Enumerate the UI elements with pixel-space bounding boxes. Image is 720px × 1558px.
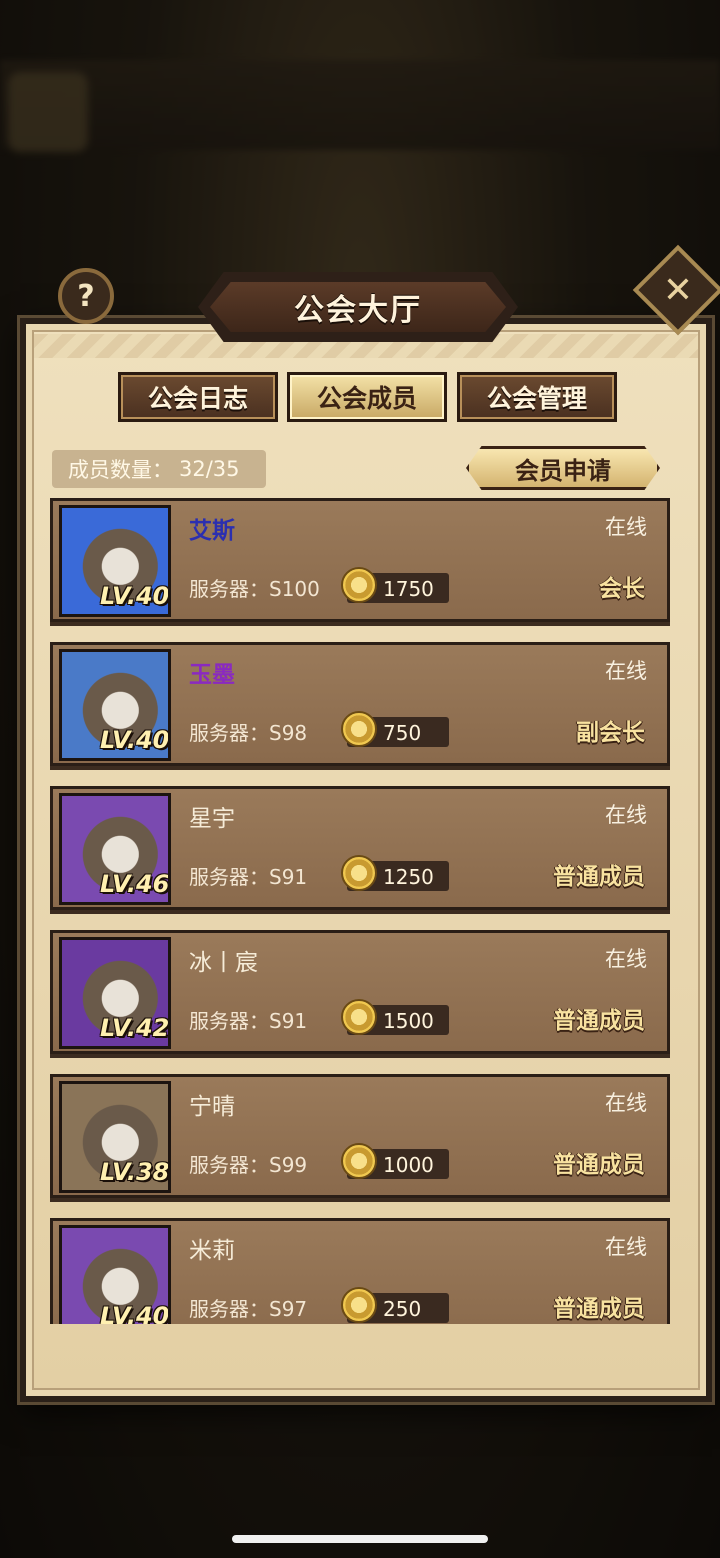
contribution-value: 1250 [383,865,434,889]
tab-label: 公会成员 [316,384,417,413]
member-level: LV.42 [100,1014,170,1042]
member-status: 在线 [605,659,647,683]
member-server: 服务器：S91 [189,1009,308,1033]
member-status: 在线 [605,1091,647,1115]
member-list[interactable]: LV.40 艾斯 在线 服务器：S100 1750 会长 LV.40 玉墨 在线… [50,498,672,1324]
coin-icon [341,711,377,747]
member-avatar[interactable]: LV.42 [59,937,171,1049]
member-card[interactable]: LV.40 艾斯 在线 服务器：S100 1750 会长 [50,498,670,622]
member-avatar[interactable]: LV.38 [59,1081,171,1193]
home-indicator[interactable] [232,1535,488,1543]
member-role: 普通成员 [553,864,645,890]
apply-button-label: 会员申请 [515,456,611,485]
contribution-value: 750 [383,721,422,745]
member-name: 玉墨 [189,662,235,688]
coin-icon [341,567,377,603]
member-role: 副会长 [576,720,645,746]
member-applications-button[interactable]: 会员申请 [466,446,660,490]
member-avatar[interactable]: LV.40 [59,1225,171,1324]
member-server: 服务器：S97 [189,1297,308,1321]
member-count: 成员数量： 32/35 [52,450,266,488]
member-status: 在线 [605,803,647,827]
member-card[interactable]: LV.40 玉墨 在线 服务器：S98 750 副会长 [50,642,670,766]
member-card[interactable]: LV.42 冰丨宸 在线 服务器：S91 1500 普通成员 [50,930,670,1054]
member-server: 服务器：S99 [189,1153,308,1177]
member-server: 服务器：S91 [189,865,308,889]
member-name: 星宇 [189,806,235,832]
member-role: 普通成员 [553,1152,645,1178]
help-button[interactable]: ? [58,268,114,324]
member-card[interactable]: LV.46 星宇 在线 服务器：S91 1250 普通成员 [50,786,670,910]
member-role: 会长 [599,576,645,602]
tab-label: 公会日志 [147,384,248,413]
member-status: 在线 [605,1235,647,1259]
member-level: LV.38 [100,1158,170,1186]
coin-icon [341,855,377,891]
title-banner: 公会大厅 [210,282,506,332]
tab-guild-log[interactable]: 公会日志 [118,372,278,422]
member-name: 米莉 [189,1238,235,1264]
coin-icon [341,999,377,1035]
coin-icon [341,1143,377,1179]
member-role: 普通成员 [553,1008,645,1034]
member-status: 在线 [605,947,647,971]
member-avatar[interactable]: LV.40 [59,649,171,761]
close-icon[interactable]: ✕ [646,258,710,322]
member-status: 在线 [605,515,647,539]
member-level: LV.40 [100,726,170,754]
member-name: 艾斯 [189,518,235,544]
contribution-value: 1750 [383,577,434,601]
contribution-value: 1000 [383,1153,434,1177]
member-card[interactable]: LV.38 宁晴 在线 服务器：S99 1000 普通成员 [50,1074,670,1198]
member-level: LV.40 [100,1302,170,1324]
member-name: 冰丨宸 [189,950,258,976]
coin-icon [341,1287,377,1323]
tab-guild-management[interactable]: 公会管理 [457,372,617,422]
tab-label: 公会管理 [486,384,587,413]
tab-guild-members[interactable]: 公会成员 [287,372,447,422]
member-card[interactable]: LV.40 米莉 在线 服务器：S97 250 普通成员 [50,1218,670,1324]
member-server: 服务器：S100 [189,577,320,601]
member-level: LV.46 [100,870,170,898]
question-icon: ? [77,278,95,314]
member-avatar[interactable]: LV.46 [59,793,171,905]
member-count-value: 32/35 [179,457,240,481]
member-avatar[interactable]: LV.40 [59,505,171,617]
member-server: 服务器：S98 [189,721,308,745]
contribution-value: 250 [383,1297,422,1321]
member-level: LV.40 [100,582,170,610]
member-count-label: 成员数量： [68,458,173,482]
contribution-value: 1500 [383,1009,434,1033]
page-title: 公会大厅 [294,293,422,328]
member-role: 普通成员 [553,1296,645,1322]
member-name: 宁晴 [189,1094,235,1120]
